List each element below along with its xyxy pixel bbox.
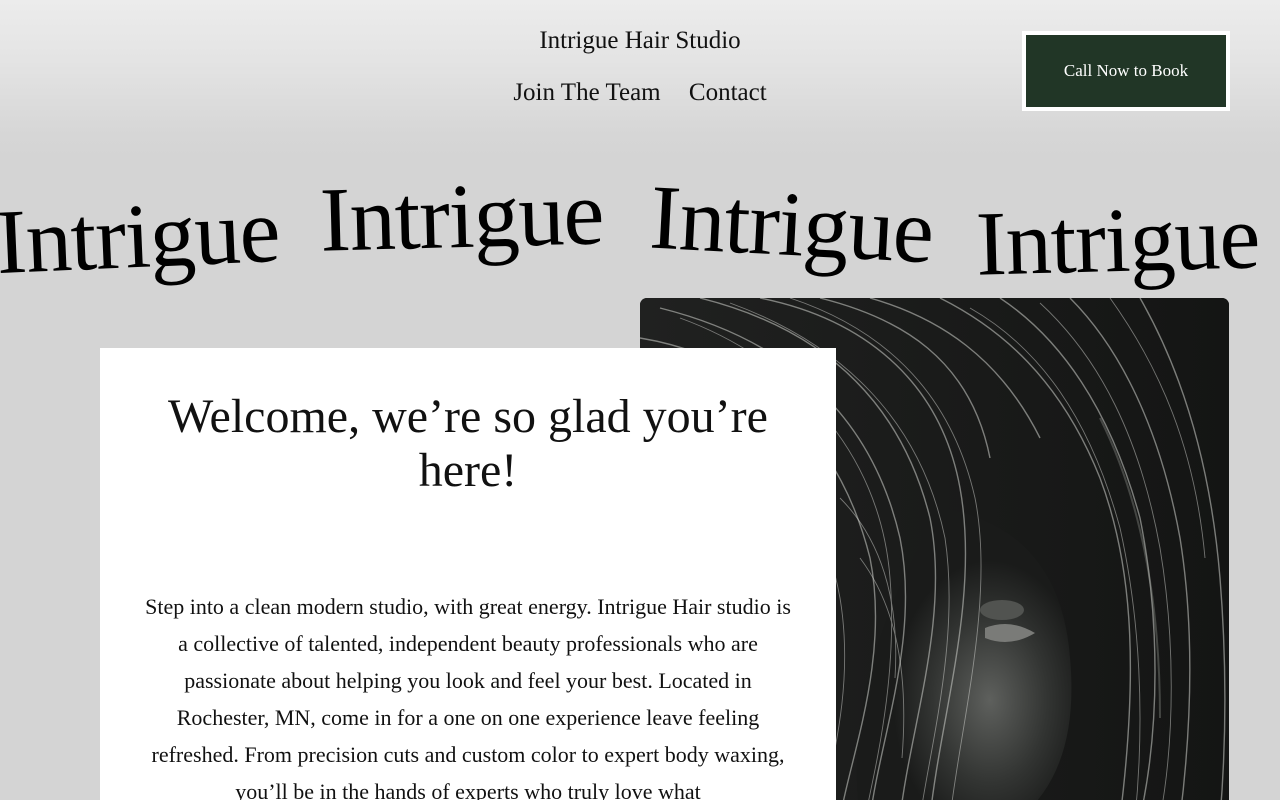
call-now-button[interactable]: Call Now to Book	[1022, 31, 1230, 111]
nav-join-the-team[interactable]: Join The Team	[513, 77, 660, 109]
marquee-word: Intrigue	[974, 185, 1261, 295]
marquee-word: Intrigue	[647, 165, 936, 283]
site-header: Intrigue Hair Studio Join The Team Conta…	[0, 0, 1280, 160]
welcome-card: Welcome, we’re so glad you’re here! Step…	[100, 348, 836, 800]
brand-marquee: Intrigue Intrigue Intrigue Intrigue	[0, 150, 1280, 300]
marquee-word: Intrigue	[0, 178, 282, 294]
welcome-heading: Welcome, we’re so glad you’re here!	[168, 390, 768, 497]
nav-contact[interactable]: Contact	[689, 77, 767, 109]
marquee-word: Intrigue	[318, 161, 605, 271]
welcome-body: Step into a clean modern studio, with gr…	[145, 594, 791, 800]
